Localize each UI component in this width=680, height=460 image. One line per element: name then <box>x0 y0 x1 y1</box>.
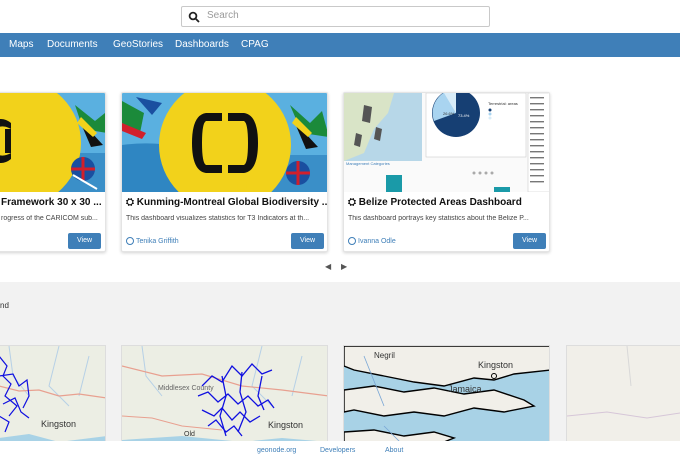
card-owner[interactable]: Ivanna Odle <box>348 237 396 245</box>
map-thumbnail: Middlesex County Old Kingston <box>122 346 327 444</box>
card-description: rogress of the CARICOM sub... <box>1 215 98 222</box>
svg-text:73.4%: 73.4% <box>458 113 470 118</box>
map-card[interactable]: Middlesex County Old Kingston <box>121 345 328 445</box>
card-description: This dashboard portrays key statistics a… <box>348 215 529 222</box>
search-placeholder: Search <box>207 10 239 21</box>
dashboard-card[interactable]: Framework 30 x 30 ... rogress of the CAR… <box>0 92 106 252</box>
user-icon <box>126 237 134 245</box>
svg-text:Terrestrial: areas: Terrestrial: areas <box>488 101 518 106</box>
section-heading: nd <box>0 301 9 310</box>
carousel-controls: ◀ ▶ <box>322 262 352 272</box>
user-icon <box>348 237 356 245</box>
owner-name: Ivanna Odle <box>358 238 396 245</box>
caricom-flag-image <box>0 93 105 192</box>
map-label: Old <box>184 431 195 438</box>
card-title[interactable]: ⛭ Kunming-Montreal Global Biodiversity .… <box>126 197 328 208</box>
map-label: Jamaica <box>448 384 482 394</box>
page: Search Maps Documents GeoStories Dashboa… <box>0 0 680 460</box>
card-description: This dashboard visualizes statistics for… <box>126 215 310 222</box>
card-title-text: Belize Protected Areas Dashboard <box>358 197 522 208</box>
nav-item-documents[interactable]: Documents <box>47 39 98 50</box>
top-bar: Search <box>0 0 680 33</box>
view-button[interactable]: View <box>68 233 101 249</box>
nav-item-maps[interactable]: Maps <box>9 39 33 50</box>
card-title[interactable]: Framework 30 x 30 ... <box>1 197 102 208</box>
map-card[interactable]: Kingston <box>0 345 106 445</box>
chevron-left-icon[interactable]: ◀ <box>325 262 331 271</box>
svg-text:26.6%: 26.6% <box>443 111 455 116</box>
card-thumbnail: Management Categories 26.6% 73.4% Terres… <box>344 93 549 192</box>
search-input[interactable]: Search <box>181 6 490 27</box>
dashboard-icon: ⛭ <box>348 197 356 208</box>
dashboard-icon: ⛭ <box>126 197 134 208</box>
view-button[interactable]: View <box>513 233 546 249</box>
nav-item-cpag[interactable]: CPAG <box>241 39 269 50</box>
nav-item-geostories[interactable]: GeoStories <box>113 39 163 50</box>
footer-link-about[interactable]: About <box>385 447 403 454</box>
svg-text:Management Categories: Management Categories <box>346 161 390 166</box>
map-label: Kingston <box>478 360 513 370</box>
search-icon <box>188 11 200 23</box>
card-thumbnail <box>122 93 327 192</box>
footer-link-geonode[interactable]: geonode.org <box>257 447 296 454</box>
dashboard-preview-image: Management Categories 26.6% 73.4% Terres… <box>344 93 549 192</box>
map-label: Kingston <box>268 420 303 430</box>
card-title[interactable]: ⛭ Belize Protected Areas Dashboard <box>348 197 522 208</box>
map-label: Negril <box>374 351 395 360</box>
map-card[interactable]: Negril Kingston Jamaica <box>343 345 550 445</box>
dashboard-card[interactable]: Management Categories 26.6% 73.4% Terres… <box>343 92 550 252</box>
nav-item-dashboards[interactable]: Dashboards <box>175 39 229 50</box>
chevron-right-icon[interactable]: ▶ <box>341 262 347 271</box>
caricom-flag-image <box>122 93 327 192</box>
view-button[interactable]: View <box>291 233 324 249</box>
footer: geonode.org Developers About <box>0 441 680 460</box>
map-label: Kingston <box>41 419 76 429</box>
owner-name: Tenika Griffith <box>136 238 179 245</box>
map-thumbnail: Negril Kingston Jamaica <box>344 346 549 444</box>
map-label: Middlesex County <box>158 385 214 392</box>
map-thumbnail <box>567 346 680 444</box>
dashboard-card[interactable]: ⛭ Kunming-Montreal Global Biodiversity .… <box>121 92 328 252</box>
main-nav: Maps Documents GeoStories Dashboards CPA… <box>0 33 680 57</box>
footer-link-developers[interactable]: Developers <box>320 447 355 454</box>
map-card[interactable] <box>566 345 680 445</box>
card-owner[interactable]: Tenika Griffith <box>126 237 179 245</box>
card-title-text: Kunming-Montreal Global Biodiversity ... <box>136 197 328 208</box>
card-thumbnail <box>0 93 105 192</box>
map-thumbnail: Kingston <box>0 346 105 444</box>
